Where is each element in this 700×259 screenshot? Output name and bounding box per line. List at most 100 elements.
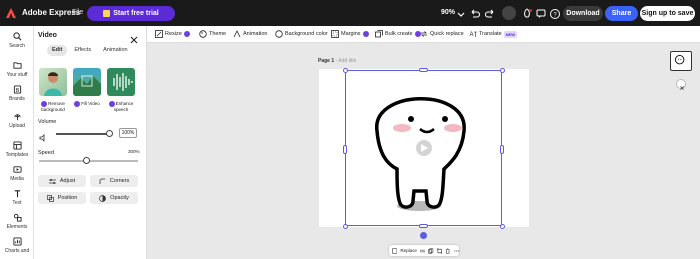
adobe-logo-icon[interactable]: [4, 6, 18, 20]
resize-button[interactable]: Resize: [155, 30, 190, 38]
tab-animation[interactable]: Animation: [98, 45, 132, 56]
media-icon: [12, 166, 22, 173]
resize-icon: [155, 30, 163, 38]
translate-button[interactable]: A Translate NEW: [469, 30, 518, 38]
theme-button[interactable]: Theme: [199, 30, 226, 38]
context-toolbar: Resize Theme Animation Background color …: [147, 26, 700, 43]
background-color-button[interactable]: Background color: [275, 30, 328, 38]
enhance-speech-thumbnail[interactable]: [107, 68, 135, 96]
nav-item-brands[interactable]: B Brands: [0, 85, 34, 102]
fill-video-label: Fill Video: [71, 101, 103, 107]
premium-icon: [74, 101, 81, 107]
resize-handle-tl[interactable]: [343, 68, 348, 73]
video-panel: Video Edit Effects Animation Remove back…: [34, 26, 147, 259]
search-icon: [12, 32, 21, 41]
panel-title: Video: [38, 32, 57, 39]
help-icon[interactable]: ?: [549, 7, 561, 19]
resize-handle-left[interactable]: [343, 145, 347, 154]
resize-handle-bl[interactable]: [343, 224, 348, 229]
rotate-handle-icon[interactable]: [420, 232, 427, 239]
position-button[interactable]: Position: [38, 192, 86, 204]
top-bar: Adobe Express File Start free trial 90% …: [0, 0, 700, 26]
upload-icon: [13, 114, 21, 121]
zoom-level[interactable]: 90%: [441, 9, 455, 16]
nav-item-charts[interactable]: Charts and: [0, 237, 34, 254]
resize-handle-bottom[interactable]: [419, 224, 428, 228]
sign-up-button[interactable]: Sign up to save: [640, 6, 695, 21]
resize-handle-tr[interactable]: [500, 68, 505, 73]
bulk-create-icon: [375, 30, 383, 38]
translate-icon: A: [470, 31, 477, 38]
bulk-create-button[interactable]: Bulk create: [375, 30, 421, 38]
nav-item-templates[interactable]: Templates: [0, 141, 34, 158]
share-button[interactable]: Share: [605, 6, 638, 21]
brand-icon: B: [13, 85, 21, 94]
close-icon[interactable]: [130, 31, 138, 44]
resize-handle-right[interactable]: [500, 145, 504, 154]
tab-effects[interactable]: Effects: [69, 45, 96, 56]
svg-text:?: ?: [553, 13, 557, 19]
speed-label: Speed: [38, 150, 54, 156]
theme-icon: [199, 30, 207, 38]
svg-text:B: B: [15, 88, 19, 94]
speed-slider-knob[interactable]: [83, 157, 90, 164]
start-trial-button[interactable]: Start free trial: [87, 6, 175, 21]
nav-item-your-stuff[interactable]: Your stuff: [0, 61, 34, 78]
nav-item-elements[interactable]: Elements: [0, 213, 34, 230]
sliders-icon: [48, 178, 56, 184]
fill-video-thumbnail[interactable]: [73, 68, 101, 96]
adjust-button[interactable]: Adjust: [38, 175, 86, 187]
speaker-icon[interactable]: [39, 129, 47, 142]
nav-item-upload[interactable]: Upload: [0, 112, 34, 129]
download-button[interactable]: Download: [563, 6, 603, 21]
comment-icon[interactable]: [535, 7, 547, 19]
volume-slider-knob[interactable]: [106, 130, 113, 137]
charts-icon: [12, 237, 22, 246]
nav-item-media[interactable]: Media: [0, 165, 34, 182]
opacity-icon: [99, 194, 107, 202]
layers-icon: [46, 194, 54, 202]
enhance-speech-label: Enhance speech: [105, 101, 137, 113]
trash-icon[interactable]: [445, 247, 450, 254]
selection-box[interactable]: [345, 70, 502, 226]
resize-handle-top[interactable]: [419, 68, 428, 72]
text-icon: [14, 190, 20, 198]
speed-max-label: 300%: [128, 149, 140, 154]
volume-value-field[interactable]: 100%: [119, 128, 137, 138]
color-swatch-icon: [275, 30, 283, 38]
margins-button[interactable]: Margins: [331, 30, 369, 38]
premium-icon: [183, 31, 190, 37]
page-thumbnail[interactable]: [670, 51, 692, 71]
margins-icon: [331, 30, 339, 38]
animation-button[interactable]: Animation: [233, 30, 267, 38]
collaborator-avatar-icon[interactable]: [502, 6, 516, 20]
duplicate-icon[interactable]: [428, 247, 434, 254]
page-label[interactable]: Page 1 - Add title: [318, 58, 356, 64]
replace-button[interactable]: Replace: [400, 248, 417, 253]
new-badge: NEW: [503, 30, 518, 38]
premium-icon: [362, 31, 369, 37]
quick-replace-button[interactable]: Quick replace: [420, 30, 464, 38]
corners-button[interactable]: Corners: [90, 175, 138, 187]
chevron-down-icon[interactable]: [455, 7, 467, 19]
rocket-icon[interactable]: [521, 7, 533, 19]
crop-icon[interactable]: [436, 247, 443, 254]
volume-slider[interactable]: [56, 133, 110, 135]
remove-background-thumbnail[interactable]: [39, 68, 67, 96]
nav-item-text[interactable]: Text: [0, 189, 34, 206]
undo-icon[interactable]: [469, 7, 481, 19]
elements-icon: [13, 213, 22, 222]
tab-edit[interactable]: Edit: [47, 45, 68, 56]
replace-icon: [421, 31, 427, 37]
folder-icon: [12, 62, 22, 69]
panel-tabs: Edit Effects Animation: [47, 45, 135, 56]
add-title-link[interactable]: Add title: [338, 58, 356, 64]
redo-icon[interactable]: [484, 7, 496, 19]
nav-item-search[interactable]: Search: [0, 32, 34, 49]
file-menu[interactable]: File: [72, 9, 83, 16]
adjust-icon[interactable]: [419, 248, 426, 254]
more-icon[interactable]: [453, 248, 459, 254]
close-page-icon[interactable]: [676, 79, 686, 90]
resize-handle-br[interactable]: [500, 224, 505, 229]
opacity-button[interactable]: Opacity: [90, 192, 138, 204]
